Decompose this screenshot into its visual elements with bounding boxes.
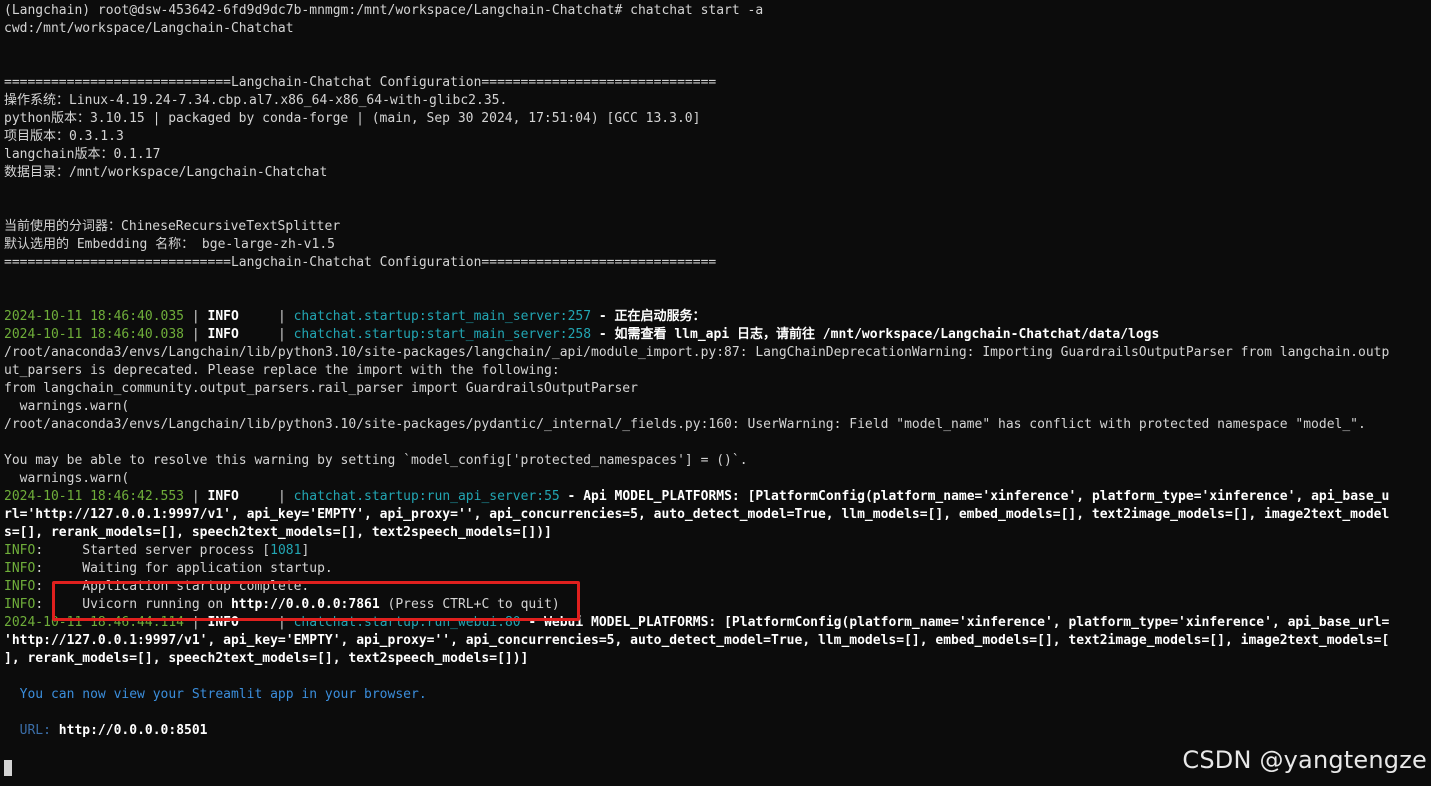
log-lineno: 80 xyxy=(504,615,521,630)
webui-url[interactable]: http://0.0.0.0:8501 xyxy=(59,723,208,738)
config-header: =============================Langchain-C… xyxy=(4,75,717,90)
deprecation-warning: /root/anaconda3/envs/Langchain/lib/pytho… xyxy=(4,345,1390,360)
log-separator: | xyxy=(184,327,208,342)
uvicorn-tag: INFO xyxy=(4,561,36,576)
langchain-version: langchain版本：0.1.17 xyxy=(4,147,161,162)
text-splitter: 当前使用的分词器：ChineseRecursiveTextSplitter xyxy=(4,219,341,234)
log-level: INFO xyxy=(207,615,239,630)
log-line-logs-path: 2024-10-11 18:46:40.038 | INFO | chatcha… xyxy=(4,326,1431,344)
log-function: :run_api_server: xyxy=(418,489,545,504)
uvicorn-startup-complete: INFO: Application startup complete. xyxy=(4,578,1431,596)
embedding-model: 默认选用的 Embedding 名称： bge-large-zh-v1.5 xyxy=(4,237,335,252)
url-label: URL: xyxy=(4,723,59,738)
log-level: INFO xyxy=(207,327,239,342)
uvicorn-running: INFO: Uvicorn running on http://0.0.0.0:… xyxy=(4,596,1431,614)
uvicorn-message-end: (Press CTRL+C to quit) xyxy=(379,597,560,612)
log-message: - 正在启动服务： xyxy=(591,309,706,324)
log-module: chatchat.startup xyxy=(293,309,419,324)
log-function: :run_webui: xyxy=(418,615,505,630)
log-level: INFO xyxy=(207,309,239,324)
uvicorn-tag: INFO xyxy=(4,579,36,594)
uvicorn-message: : Started server process [ xyxy=(35,543,271,558)
data-directory: 数据目录：/mnt/workspace/Langchain-Chatchat xyxy=(4,165,328,180)
log-line-api-platforms: 2024-10-11 18:46:42.553 | INFO | chatcha… xyxy=(4,488,1431,506)
log-message: - Webui MODEL_PLATFORMS: [PlatformConfig… xyxy=(520,615,1390,630)
uvicorn-message: : Uvicorn running on xyxy=(35,597,231,612)
deprecation-warning-cont: ut_parsers is deprecated. Please replace… xyxy=(4,363,560,378)
log-separator: | xyxy=(184,309,208,324)
warnings-warn: warnings.warn( xyxy=(4,399,130,414)
log-timestamp: 2024-10-11 18:46:42.553 xyxy=(4,489,185,504)
log-message: - Api MODEL_PLATFORMS: [PlatformConfig(p… xyxy=(559,489,1390,504)
deprecation-warning-import: from langchain_community.output_parsers.… xyxy=(4,381,638,396)
log-line-start-service: 2024-10-11 18:46:40.035 | INFO | chatcha… xyxy=(4,308,1431,326)
log-lineno: 257 xyxy=(567,309,592,324)
log-timestamp: 2024-10-11 18:46:44.114 xyxy=(4,615,185,630)
log-module: chatchat.startup xyxy=(293,615,419,630)
log-function: :start_main_server: xyxy=(418,327,568,342)
api-server-url[interactable]: http://0.0.0.0:7861 xyxy=(231,597,380,612)
os-info: 操作系统：Linux-4.19.24-7.34.cbp.al7.x86_64-x… xyxy=(4,93,508,108)
process-id: 1081 xyxy=(270,543,302,558)
log-message-cont: ], rerank_models=[], speech2text_models=… xyxy=(4,651,529,666)
log-separator: | xyxy=(238,489,294,504)
log-separator: | xyxy=(184,615,208,630)
log-separator: | xyxy=(238,615,294,630)
prompt-line: (Langchain) root@dsw-453642-6fd9d9dc7b-m… xyxy=(4,3,764,18)
config-footer: =============================Langchain-C… xyxy=(4,255,717,270)
log-separator: | xyxy=(184,489,208,504)
log-timestamp: 2024-10-11 18:46:40.038 xyxy=(4,327,185,342)
log-timestamp: 2024-10-11 18:46:40.035 xyxy=(4,309,185,324)
log-message-cont: rl='http://127.0.0.1:9997/v1', api_key='… xyxy=(4,507,1390,522)
log-separator: | xyxy=(238,327,294,342)
uvicorn-message-end: ] xyxy=(301,543,310,558)
uvicorn-waiting: INFO: Waiting for application startup. xyxy=(4,560,1431,578)
uvicorn-tag: INFO xyxy=(4,597,36,612)
log-message: - 如需查看 llm_api 日志，请前往 /mnt/workspace/Lan… xyxy=(591,327,1160,342)
log-lineno: 258 xyxy=(567,327,592,342)
log-function: :start_main_server: xyxy=(418,309,568,324)
csdn-watermark: CSDN @yangtengze xyxy=(1182,746,1427,774)
project-version: 项目版本：0.3.1.3 xyxy=(4,129,124,144)
uvicorn-message: : Waiting for application startup. xyxy=(35,561,333,576)
user-warning-hint: You may be able to resolve this warning … xyxy=(4,453,748,468)
log-module: chatchat.startup xyxy=(293,327,419,342)
log-module: chatchat.startup xyxy=(293,489,419,504)
terminal-window[interactable]: (Langchain) root@dsw-453642-6fd9d9dc7b-m… xyxy=(0,0,1431,786)
log-level: INFO xyxy=(207,489,239,504)
terminal-cursor xyxy=(4,760,12,776)
log-separator: | xyxy=(238,309,294,324)
cwd-line: cwd:/mnt/workspace/Langchain-Chatchat xyxy=(4,21,294,36)
warnings-warn: warnings.warn( xyxy=(4,471,130,486)
uvicorn-tag: INFO xyxy=(4,543,36,558)
user-warning: /root/anaconda3/envs/Langchain/lib/pytho… xyxy=(4,417,1366,432)
streamlit-message: You can now view your Streamlit app in y… xyxy=(4,687,427,702)
log-message-cont: s=[], rerank_models=[], speech2text_mode… xyxy=(4,525,552,540)
log-lineno: 55 xyxy=(544,489,560,504)
streamlit-url-line: URL: http://0.0.0.0:8501 xyxy=(4,722,1431,740)
log-line-webui-platforms: 2024-10-11 18:46:44.114 | INFO | chatcha… xyxy=(4,614,1431,632)
python-version: python版本：3.10.15 | packaged by conda-for… xyxy=(4,111,701,126)
uvicorn-started-process: INFO: Started server process [1081] xyxy=(4,542,1431,560)
uvicorn-message: : Application startup complete. xyxy=(35,579,310,594)
log-message-cont: 'http://127.0.0.1:9997/v1', api_key='EMP… xyxy=(4,633,1390,648)
